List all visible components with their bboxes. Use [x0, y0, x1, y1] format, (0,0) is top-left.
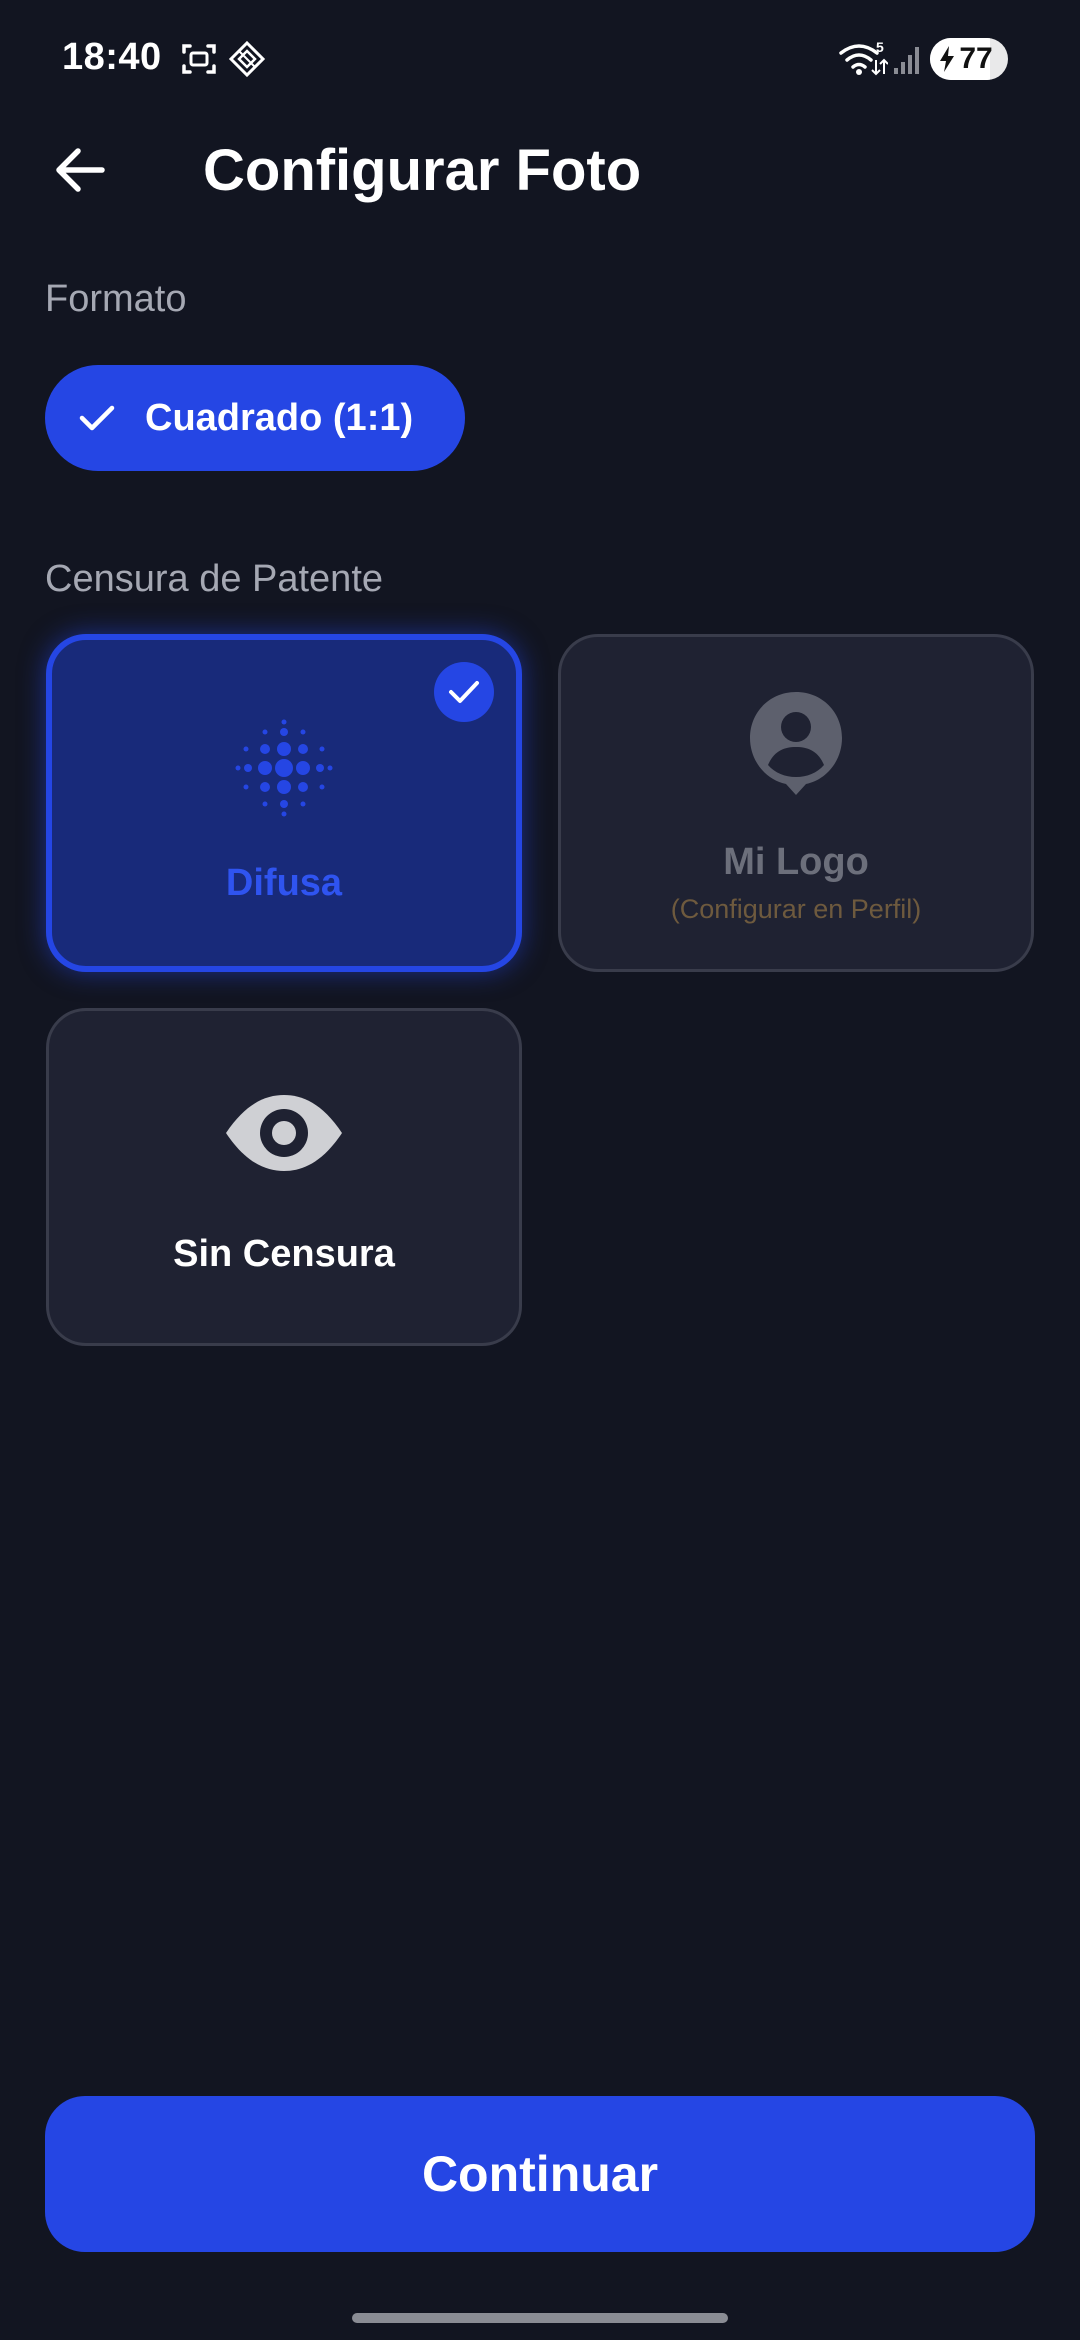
- battery-icon: 77: [930, 38, 1008, 80]
- check-icon: [79, 405, 115, 431]
- app-icon: [228, 40, 266, 78]
- continue-button[interactable]: Continuar: [45, 2096, 1035, 2252]
- page-title: Configurar Foto: [203, 138, 642, 203]
- arrow-left-icon: [56, 148, 105, 192]
- selected-badge: [434, 662, 494, 722]
- status-bar: 18:40 5 77: [0, 0, 1080, 118]
- home-indicator[interactable]: [352, 2313, 728, 2323]
- censor-option-sin-censura[interactable]: Sin Censura: [46, 1008, 522, 1346]
- censorship-section-label: Censura de Patente: [45, 558, 384, 600]
- wifi-icon: 5: [839, 40, 888, 76]
- censor-option-label: Difusa: [225, 862, 343, 904]
- svg-text:5: 5: [876, 40, 884, 55]
- battery-level: 77: [959, 42, 993, 75]
- censor-option-label: Mi Logo: [723, 841, 869, 883]
- app-bar: Configurar Foto: [0, 118, 1080, 222]
- censor-option-difusa[interactable]: Difusa: [46, 634, 522, 972]
- format-section-label: Formato: [45, 278, 187, 320]
- check-icon: [449, 681, 479, 703]
- back-button[interactable]: [40, 140, 120, 200]
- status-time: 18:40: [62, 36, 162, 78]
- account-pin-icon: [750, 692, 842, 795]
- format-chip-label: Cuadrado (1:1): [145, 396, 414, 439]
- censor-option-label: Sin Censura: [173, 1233, 395, 1275]
- signal-icon: [894, 47, 919, 74]
- censor-option-sublabel: (Configurar en Perfil): [670, 894, 922, 924]
- screenshot-icon: [182, 44, 216, 74]
- format-chip-square[interactable]: Cuadrado (1:1): [45, 365, 465, 471]
- blur-icon: [235, 719, 333, 817]
- eye-icon: [226, 1095, 342, 1171]
- censor-option-mi-logo[interactable]: Mi Logo (Configurar en Perfil): [558, 634, 1034, 972]
